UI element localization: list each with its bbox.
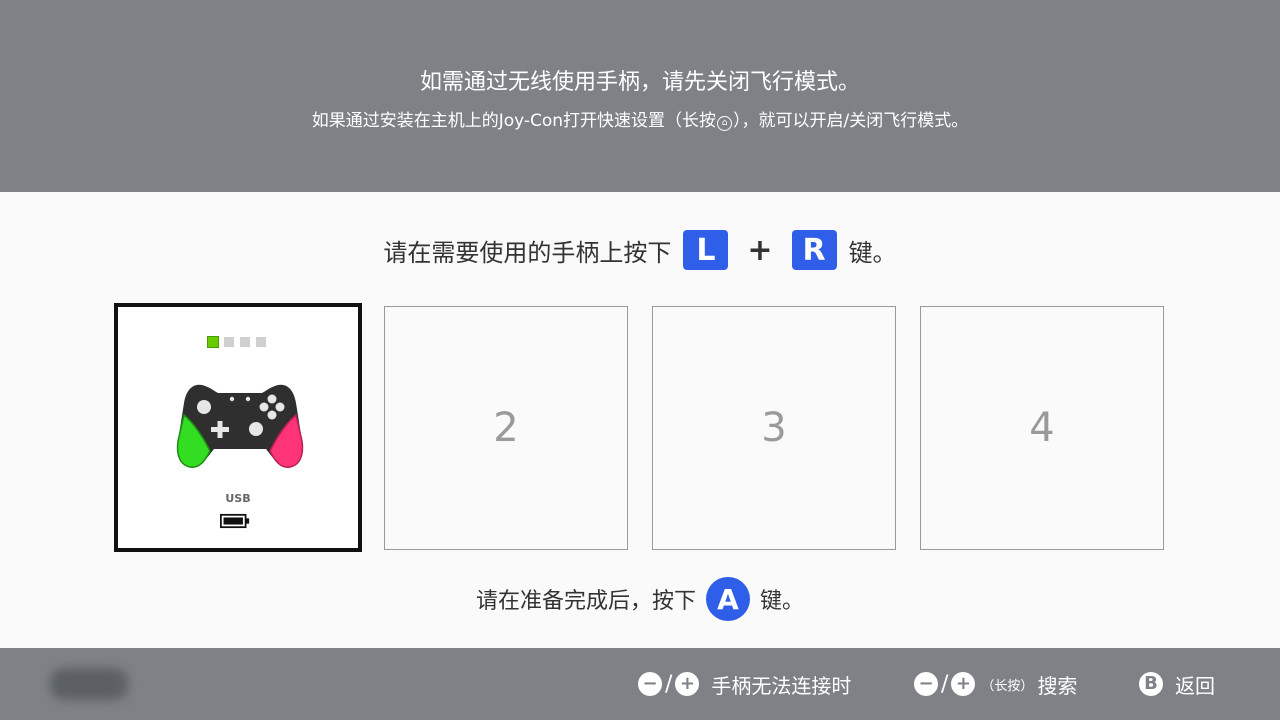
player-lights-icon xyxy=(207,336,266,348)
press-a-instruction: 请在准备完成后，按下 A 键。 xyxy=(0,577,1280,621)
player-slot-2[interactable]: 2 xyxy=(384,306,628,550)
player-slot-1[interactable]: USB xyxy=(114,303,362,552)
top-banner: 如需通过无线使用手柄，请先关闭飞行模式。 如果通过安装在主机上的Joy-Con打… xyxy=(0,0,1280,192)
plus-button-icon: + xyxy=(675,672,700,696)
player-light-1 xyxy=(207,336,219,348)
back-button[interactable]: B 返回 xyxy=(1139,648,1215,720)
slash: / xyxy=(665,671,673,697)
instruction-text: 请在需要使用的手柄上按下 xyxy=(383,238,672,267)
player-light-4 xyxy=(256,337,266,347)
troubleshoot-label: 手柄无法连接时 xyxy=(711,673,852,698)
minus-button-icon: − xyxy=(638,672,662,696)
instruction-suffix: 键。 xyxy=(848,238,897,267)
troubleshoot-hint[interactable]: − / + 手柄无法连接时 xyxy=(638,648,851,720)
search-label: 搜索 xyxy=(1037,673,1078,698)
airplane-mode-notice: 如需通过无线使用手柄，请先关闭飞行模式。 xyxy=(419,70,860,95)
back-label: 返回 xyxy=(1175,673,1215,698)
l-button-icon: L xyxy=(683,230,729,270)
quick-settings-hint: 如果通过安装在主机上的Joy-Con打开快速设置（长按 ⌂ ），就可以开启/关闭飞行… xyxy=(0,106,1280,131)
player-slot-4[interactable]: 4 xyxy=(920,306,1164,550)
player-slot-3[interactable]: 3 xyxy=(652,306,896,550)
long-press-note: （长按） xyxy=(981,678,1034,694)
quick-settings-hint-text-start: 如果通过安装在主机上的Joy-Con打开快速设置（长按 xyxy=(311,111,717,131)
quick-settings-hint-text-end: ），就可以开启/关闭飞行模式。 xyxy=(733,111,969,131)
blurred-controller-icon xyxy=(50,668,128,700)
bottom-bar: − / + 手柄无法连接时 − / + （长按） 搜索 B 返回 xyxy=(0,648,1280,720)
minus-button-icon: − xyxy=(914,672,938,696)
plus-button-icon: + xyxy=(951,672,976,696)
pro-controller-icon xyxy=(176,384,304,468)
player-light-2 xyxy=(224,337,234,347)
battery-icon xyxy=(220,513,250,529)
press-lr-instruction: 请在需要使用的手柄上按下 L + R 键。 xyxy=(0,229,1280,271)
confirm-suffix: 键。 xyxy=(760,589,805,614)
confirm-text: 请在准备完成后，按下 xyxy=(475,589,696,614)
player-light-3 xyxy=(240,337,250,347)
connection-type-label: USB xyxy=(225,492,251,505)
a-button-icon[interactable]: A xyxy=(706,577,750,621)
slash: / xyxy=(941,671,949,697)
home-icon: ⌂ xyxy=(717,116,733,131)
search-hint[interactable]: − / + （长按） 搜索 xyxy=(914,648,1077,720)
plus-sign: + xyxy=(747,232,773,268)
r-button-icon: R xyxy=(791,230,837,270)
b-button-icon: B xyxy=(1139,672,1163,696)
